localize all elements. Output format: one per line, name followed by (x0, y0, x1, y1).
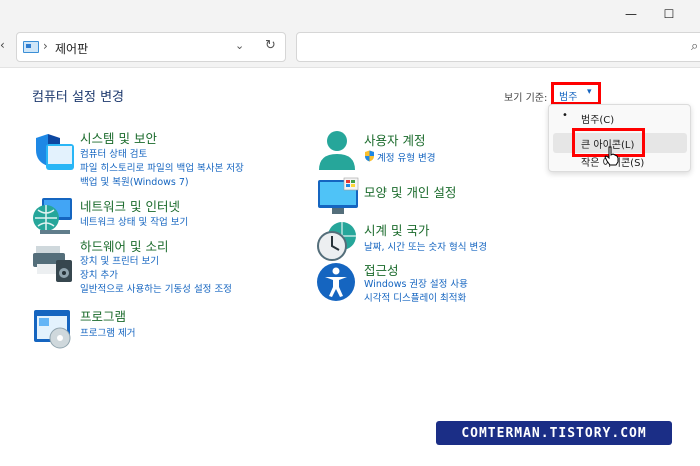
view-by-value: 범주 (559, 92, 578, 103)
link-file-history[interactable]: 파일 히스토리로 파일의 백업 복사본 저장 (80, 160, 244, 174)
view-by-dropdown[interactable]: 범주 ▾ (551, 82, 601, 105)
navigation-toolbar: ‹ › 제어판 ⌄ ↻ ⌕ (0, 28, 700, 68)
shield-icon (36, 134, 74, 170)
monitor-icon (318, 177, 359, 214)
link-optimize-display[interactable]: 시각적 디스플레이 최적화 (364, 290, 466, 304)
link-mobility-settings[interactable]: 일반적으로 사용하는 기동성 설정 조정 (80, 281, 232, 295)
back-icon[interactable]: ‹ (0, 38, 5, 52)
uac-shield-icon (365, 150, 374, 162)
category-title-user-accounts[interactable]: 사용자 계정 (364, 130, 425, 149)
menu-item-category[interactable]: • 범주(C) (549, 108, 690, 128)
link-network-status[interactable]: 네트워크 상태 및 작업 보기 (80, 214, 188, 228)
accessibility-icon (317, 263, 355, 301)
category-title-system-security[interactable]: 시스템 및 보안 (80, 128, 157, 147)
category-title-clock-region[interactable]: 시계 및 국가 (364, 220, 429, 239)
user-icon (319, 131, 355, 170)
watermark-text: COMTERMAN.TISTORY.COM (461, 425, 647, 441)
view-by-label: 보기 기준: (504, 93, 548, 104)
category-title-network-internet[interactable]: 네트워크 및 인터넷 (80, 196, 180, 215)
hand-cursor-icon (604, 146, 619, 166)
menu-item-label: 범주(C) (581, 115, 615, 126)
caret-down-icon: ▾ (587, 87, 592, 97)
link-uninstall-program[interactable]: 프로그램 제거 (80, 325, 135, 339)
selected-bullet-icon: • (562, 110, 568, 121)
category-title-appearance[interactable]: 모양 및 개인 설정 (364, 182, 456, 201)
breadcrumb-separator-icon: › (43, 39, 48, 53)
link-recommended-settings[interactable]: Windows 권장 설정 사용 (364, 276, 468, 290)
chevron-down-icon[interactable]: ⌄ (235, 39, 244, 52)
minimize-icon: — (625, 7, 637, 21)
search-input[interactable]: ⌕ (296, 32, 700, 62)
network-globe-icon (33, 198, 72, 234)
clock-globe-icon (317, 222, 356, 261)
breadcrumb-control-panel[interactable]: 제어판 (55, 40, 88, 57)
maximize-button[interactable]: ☐ (646, 0, 692, 28)
link-backup-restore[interactable]: 백업 및 복원(Windows 7) (80, 174, 189, 188)
programs-icon (34, 310, 71, 349)
address-bar[interactable]: › 제어판 ⌄ ↻ (16, 32, 286, 62)
link-add-device[interactable]: 장치 추가 (80, 267, 118, 281)
title-bar: — ☐ (0, 0, 700, 28)
page-title: 컴퓨터 설정 변경 (32, 90, 124, 105)
category-title-programs[interactable]: 프로그램 (80, 306, 126, 325)
maximize-icon: ☐ (663, 7, 675, 21)
link-change-account-type[interactable]: 계정 유형 변경 (377, 150, 435, 164)
link-review-status[interactable]: 컴퓨터 상태 검토 (80, 146, 147, 160)
link-date-time-format[interactable]: 날짜, 시간 또는 숫자 형식 변경 (364, 239, 487, 253)
refresh-icon[interactable]: ↻ (265, 38, 276, 53)
search-icon: ⌕ (691, 39, 699, 54)
link-devices-printers[interactable]: 장치 및 프린터 보기 (80, 253, 159, 267)
printer-speaker-icon (33, 246, 72, 282)
watermark-banner: COMTERMAN.TISTORY.COM (436, 421, 672, 445)
control-panel-icon (23, 41, 39, 53)
